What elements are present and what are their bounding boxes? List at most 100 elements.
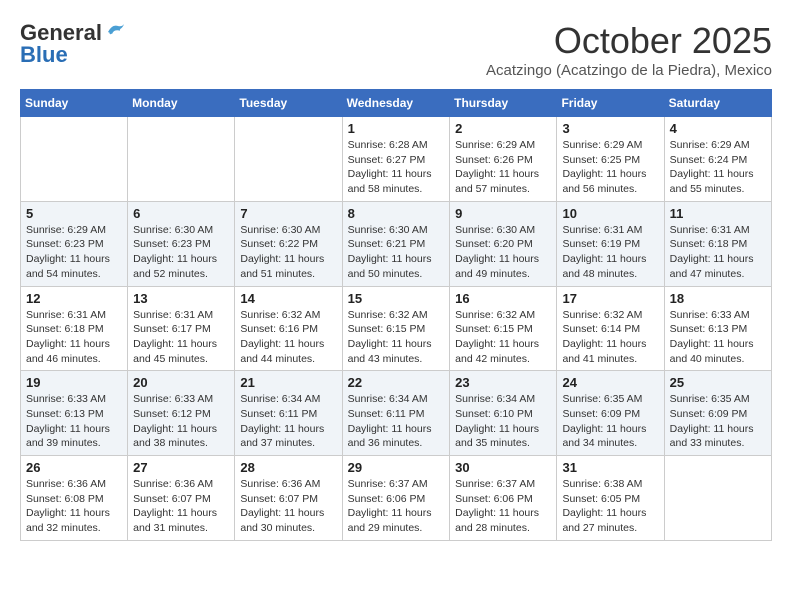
day-info: Sunrise: 6:33 AMSunset: 6:13 PMDaylight:…: [670, 308, 766, 367]
calendar-cell: 4 Sunrise: 6:29 AMSunset: 6:24 PMDaylight…: [664, 117, 771, 202]
calendar-cell: 17 Sunrise: 6:32 AMSunset: 6:14 PMDayligh…: [557, 286, 664, 371]
day-info: Sunrise: 6:33 AMSunset: 6:12 PMDaylight:…: [133, 392, 229, 451]
day-info: Sunrise: 6:30 AMSunset: 6:23 PMDaylight:…: [133, 223, 229, 282]
day-info: Sunrise: 6:28 AMSunset: 6:27 PMDaylight:…: [348, 138, 445, 197]
location-subtitle: Acatzingo (Acatzingo de la Piedra), Mexi…: [486, 62, 772, 79]
calendar-cell: 24 Sunrise: 6:35 AMSunset: 6:09 PMDayligh…: [557, 371, 664, 456]
day-info: Sunrise: 6:32 AMSunset: 6:16 PMDaylight:…: [240, 308, 336, 367]
calendar-cell: 6 Sunrise: 6:30 AMSunset: 6:23 PMDaylight…: [128, 201, 235, 286]
calendar-cell: 25 Sunrise: 6:35 AMSunset: 6:09 PMDayligh…: [664, 371, 771, 456]
day-info: Sunrise: 6:30 AMSunset: 6:20 PMDaylight:…: [455, 223, 551, 282]
calendar-cell: 11 Sunrise: 6:31 AMSunset: 6:18 PMDayligh…: [664, 201, 771, 286]
day-info: Sunrise: 6:34 AMSunset: 6:10 PMDaylight:…: [455, 392, 551, 451]
day-info: Sunrise: 6:32 AMSunset: 6:14 PMDaylight:…: [562, 308, 658, 367]
day-number: 5: [26, 206, 122, 221]
day-info: Sunrise: 6:36 AMSunset: 6:07 PMDaylight:…: [240, 477, 336, 536]
day-info: Sunrise: 6:30 AMSunset: 6:22 PMDaylight:…: [240, 223, 336, 282]
day-number: 24: [562, 375, 658, 390]
calendar-cell: [21, 117, 128, 202]
day-info: Sunrise: 6:31 AMSunset: 6:18 PMDaylight:…: [670, 223, 766, 282]
calendar-cell: 29Sunrise: 6:37 AMSunset: 6:06 PMDayligh…: [342, 456, 450, 541]
week-row-5: 26 Sunrise: 6:36 AMSunset: 6:08 PMDayligh…: [21, 456, 772, 541]
day-number: 22: [348, 375, 445, 390]
calendar-cell: 22 Sunrise: 6:34 AMSunset: 6:11 PMDayligh…: [342, 371, 450, 456]
day-number: 8: [348, 206, 445, 221]
week-row-2: 5Sunrise: 6:29 AMSunset: 6:23 PMDaylight…: [21, 201, 772, 286]
day-info: Sunrise: 6:36 AMSunset: 6:08 PMDaylight:…: [26, 477, 122, 536]
weekday-header-wednesday: Wednesday: [342, 90, 450, 117]
calendar-cell: 13Sunrise: 6:31 AMSunset: 6:17 PMDayligh…: [128, 286, 235, 371]
day-number: 9: [455, 206, 551, 221]
logo-bird-icon: [104, 22, 126, 42]
calendar-cell: 7 Sunrise: 6:30 AMSunset: 6:22 PMDaylight…: [235, 201, 342, 286]
day-info: Sunrise: 6:35 AMSunset: 6:09 PMDaylight:…: [562, 392, 658, 451]
day-number: 10: [562, 206, 658, 221]
calendar-cell: 15 Sunrise: 6:32 AMSunset: 6:15 PMDayligh…: [342, 286, 450, 371]
day-info: Sunrise: 6:34 AMSunset: 6:11 PMDaylight:…: [240, 392, 336, 451]
calendar-cell: 9 Sunrise: 6:30 AMSunset: 6:20 PMDaylight…: [450, 201, 557, 286]
day-info: Sunrise: 6:31 AMSunset: 6:18 PMDaylight:…: [26, 308, 122, 367]
week-row-1: 1 Sunrise: 6:28 AMSunset: 6:27 PMDaylight…: [21, 117, 772, 202]
day-number: 19: [26, 375, 122, 390]
day-number: 29: [348, 460, 445, 475]
day-number: 15: [348, 291, 445, 306]
day-number: 6: [133, 206, 229, 221]
day-number: 4: [670, 121, 766, 136]
day-number: 27: [133, 460, 229, 475]
day-info: Sunrise: 6:29 AMSunset: 6:24 PMDaylight:…: [670, 138, 766, 197]
day-number: 30: [455, 460, 551, 475]
day-number: 2: [455, 121, 551, 136]
day-info: Sunrise: 6:32 AMSunset: 6:15 PMDaylight:…: [348, 308, 445, 367]
day-info: Sunrise: 6:38 AMSunset: 6:05 PMDaylight:…: [562, 477, 658, 536]
day-number: 1: [348, 121, 445, 136]
day-info: Sunrise: 6:30 AMSunset: 6:21 PMDaylight:…: [348, 223, 445, 282]
calendar-table: SundayMondayTuesdayWednesdayThursdayFrid…: [20, 89, 772, 541]
week-row-3: 12Sunrise: 6:31 AMSunset: 6:18 PMDayligh…: [21, 286, 772, 371]
weekday-header-monday: Monday: [128, 90, 235, 117]
calendar-cell: [664, 456, 771, 541]
calendar-cell: 8 Sunrise: 6:30 AMSunset: 6:21 PMDaylight…: [342, 201, 450, 286]
calendar-cell: 5Sunrise: 6:29 AMSunset: 6:23 PMDaylight…: [21, 201, 128, 286]
day-info: Sunrise: 6:32 AMSunset: 6:15 PMDaylight:…: [455, 308, 551, 367]
calendar-cell: [128, 117, 235, 202]
day-number: 16: [455, 291, 551, 306]
calendar-cell: 10 Sunrise: 6:31 AMSunset: 6:19 PMDayligh…: [557, 201, 664, 286]
day-number: 17: [562, 291, 658, 306]
calendar-cell: 1 Sunrise: 6:28 AMSunset: 6:27 PMDaylight…: [342, 117, 450, 202]
calendar-cell: 18 Sunrise: 6:33 AMSunset: 6:13 PMDayligh…: [664, 286, 771, 371]
day-number: 23: [455, 375, 551, 390]
calendar-cell: 31Sunrise: 6:38 AMSunset: 6:05 PMDayligh…: [557, 456, 664, 541]
logo: General Blue: [20, 20, 126, 68]
calendar-cell: 27 Sunrise: 6:36 AMSunset: 6:07 PMDayligh…: [128, 456, 235, 541]
day-info: Sunrise: 6:35 AMSunset: 6:09 PMDaylight:…: [670, 392, 766, 451]
day-number: 28: [240, 460, 336, 475]
day-number: 25: [670, 375, 766, 390]
calendar-cell: 3 Sunrise: 6:29 AMSunset: 6:25 PMDaylight…: [557, 117, 664, 202]
weekday-header-tuesday: Tuesday: [235, 90, 342, 117]
day-info: Sunrise: 6:34 AMSunset: 6:11 PMDaylight:…: [348, 392, 445, 451]
day-info: Sunrise: 6:36 AMSunset: 6:07 PMDaylight:…: [133, 477, 229, 536]
weekday-header-friday: Friday: [557, 90, 664, 117]
calendar-cell: 26 Sunrise: 6:36 AMSunset: 6:08 PMDayligh…: [21, 456, 128, 541]
day-info: Sunrise: 6:31 AMSunset: 6:19 PMDaylight:…: [562, 223, 658, 282]
calendar-cell: 28 Sunrise: 6:36 AMSunset: 6:07 PMDayligh…: [235, 456, 342, 541]
day-number: 3: [562, 121, 658, 136]
day-number: 18: [670, 291, 766, 306]
logo-blue: Blue: [20, 42, 68, 68]
day-number: 20: [133, 375, 229, 390]
day-info: Sunrise: 6:31 AMSunset: 6:17 PMDaylight:…: [133, 308, 229, 367]
week-row-4: 19 Sunrise: 6:33 AMSunset: 6:13 PMDayligh…: [21, 371, 772, 456]
day-info: Sunrise: 6:29 AMSunset: 6:26 PMDaylight:…: [455, 138, 551, 197]
weekday-header-saturday: Saturday: [664, 90, 771, 117]
calendar-cell: 19 Sunrise: 6:33 AMSunset: 6:13 PMDayligh…: [21, 371, 128, 456]
day-info: Sunrise: 6:33 AMSunset: 6:13 PMDaylight:…: [26, 392, 122, 451]
weekday-header-thursday: Thursday: [450, 90, 557, 117]
weekday-header-row: SundayMondayTuesdayWednesdayThursdayFrid…: [21, 90, 772, 117]
day-info: Sunrise: 6:29 AMSunset: 6:25 PMDaylight:…: [562, 138, 658, 197]
calendar-cell: 14Sunrise: 6:32 AMSunset: 6:16 PMDayligh…: [235, 286, 342, 371]
month-title: October 2025: [486, 20, 772, 62]
day-number: 26: [26, 460, 122, 475]
day-number: 21: [240, 375, 336, 390]
day-number: 7: [240, 206, 336, 221]
day-number: 11: [670, 206, 766, 221]
